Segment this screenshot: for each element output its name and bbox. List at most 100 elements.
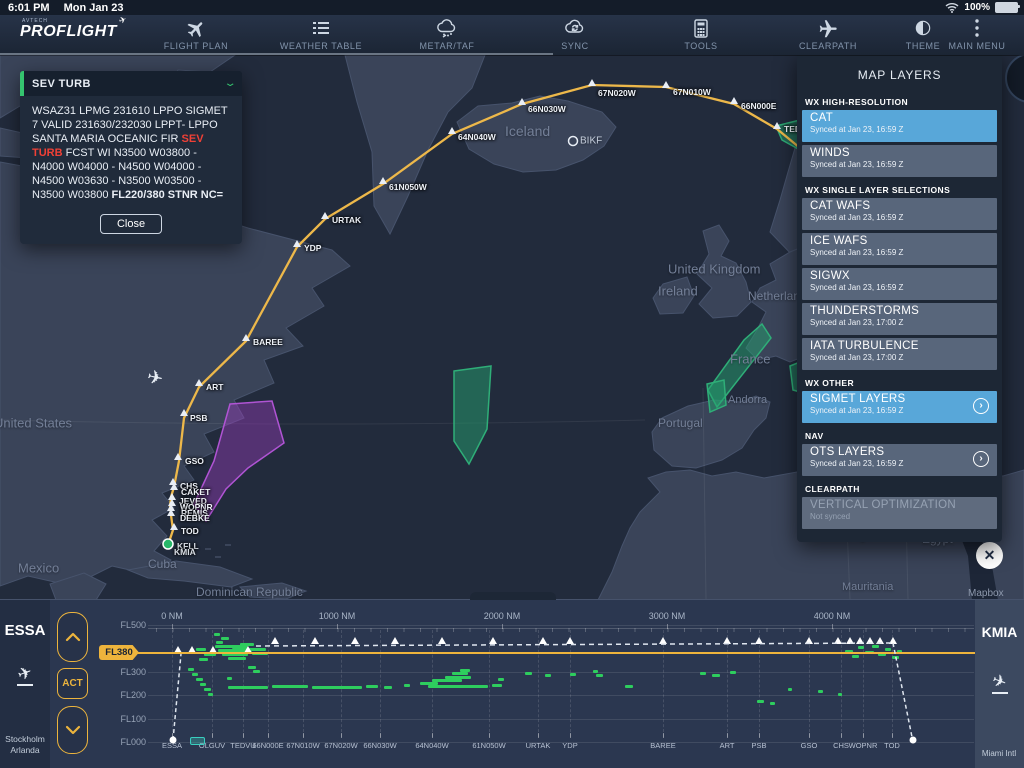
layer-item-label: CAT WAFS bbox=[810, 200, 989, 212]
layer-item-ice-wafs[interactable]: ICE WAFSSynced at Jan 23, 16:59 Z bbox=[802, 233, 997, 265]
layer-item-winds[interactable]: WINDSSynced at Jan 23, 16:59 Z bbox=[802, 145, 997, 177]
map-label-france: France bbox=[730, 352, 770, 367]
sigmet-type-dropdown[interactable]: SEV TURB ⌄ bbox=[20, 71, 242, 96]
nav-flight-plan[interactable]: FLIGHT PLAN bbox=[141, 18, 251, 51]
layer-item-label: SIGWX bbox=[810, 270, 989, 282]
profile-up-button[interactable] bbox=[57, 612, 88, 662]
app-logo[interactable]: AVTECH PROFLIGHT ✈ bbox=[20, 19, 117, 40]
sigmet-text: WSAZ31 LPMG 231610 LPPO SIGMET 7 VALID 2… bbox=[20, 96, 242, 206]
nav-clearpath[interactable]: CLEARPATH bbox=[773, 18, 883, 51]
sigmet-type-label: SEV TURB bbox=[32, 78, 226, 90]
layer-item-sigmet-layers[interactable]: SIGMET LAYERSSynced at Jan 23, 16:59 Z› bbox=[802, 391, 997, 423]
layer-item-ots-layers[interactable]: OTS LAYERSSynced at Jan 23, 16:59 Z› bbox=[802, 444, 997, 476]
nav-metar-taf[interactable]: METAR/TAF bbox=[392, 18, 502, 51]
map-label-iceland: Iceland bbox=[505, 123, 550, 139]
layer-item-label: OTS LAYERS bbox=[810, 446, 989, 458]
waypoint-marker-ydp bbox=[293, 240, 301, 247]
nav-weather-table[interactable]: WEATHER TABLE bbox=[266, 18, 376, 51]
active-fl-line[interactable] bbox=[137, 652, 975, 654]
panel-section-header: NAV bbox=[797, 426, 1002, 444]
sigmet-polygon-green-atlantic bbox=[454, 366, 491, 464]
waypoint-label-tod: TOD bbox=[181, 526, 199, 536]
airport-label-bikf: BIKF bbox=[580, 136, 602, 147]
sigmet-popup: SEV TURB ⌄ WSAZ31 LPMG 231610 LPPO SIGME… bbox=[20, 71, 242, 244]
waypoint-label-66n000e: 66N000E bbox=[741, 101, 776, 111]
origin-code: ESSA bbox=[0, 622, 50, 639]
profile-down-button[interactable] bbox=[57, 706, 88, 754]
app-screen: 6:01 PM Mon Jan 23 100% AVTECH PROFLIGHT… bbox=[0, 0, 1024, 768]
layer-item-sync-status: Synced at Jan 23, 16:59 Z bbox=[810, 125, 989, 134]
flight-plan-icon bbox=[141, 18, 251, 40]
origin-sigmet-marker bbox=[190, 737, 205, 745]
wifi-icon bbox=[945, 2, 959, 13]
chevron-right-icon[interactable]: › bbox=[973, 398, 989, 414]
layer-item-sigwx[interactable]: SIGWXSynced at Jan 23, 16:59 Z bbox=[802, 268, 997, 300]
panel-title: MAP LAYERS bbox=[797, 55, 1002, 92]
arrival-icon: ✈ bbox=[975, 672, 1024, 694]
layer-item-label: ICE WAFS bbox=[810, 235, 989, 247]
nav-sync[interactable]: SYNC bbox=[520, 18, 630, 51]
map-label-ireland: Ireland bbox=[658, 284, 698, 299]
profile-act-button[interactable]: ACT bbox=[57, 668, 88, 699]
active-fl-badge[interactable]: FL380 bbox=[99, 645, 139, 660]
layer-item-thunderstorms[interactable]: THUNDERSTORMSSynced at Jan 23, 17:00 Z bbox=[802, 303, 997, 335]
layer-item-label: VERTICAL OPTIMIZATION bbox=[810, 499, 989, 511]
map-label-united-kingdom: United Kingdom bbox=[668, 262, 761, 277]
sigmet-text-bold: FL220/380 STNR NC= bbox=[112, 189, 224, 201]
distance-ruler-ticks bbox=[156, 628, 974, 632]
waypoint-marker-67n010w bbox=[662, 81, 670, 88]
panel-section-header: WX OTHER bbox=[797, 373, 1002, 391]
nav-main-menu[interactable]: MAIN MENU bbox=[937, 18, 1017, 51]
departure-icon: ✈ bbox=[0, 664, 50, 686]
waypoint-marker-tedvu bbox=[773, 122, 781, 129]
layer-item-sync-status: Synced at Jan 23, 16:59 Z bbox=[810, 213, 989, 222]
map-label-dominican-republic: Dominican Republic bbox=[196, 585, 303, 599]
layer-item-iata-turbulence[interactable]: IATA TURBULENCESynced at Jan 23, 17:00 Z bbox=[802, 338, 997, 370]
nav-tools[interactable]: TOOLS bbox=[646, 18, 756, 51]
panel-section-header: WX HIGH-RESOLUTION bbox=[797, 92, 1002, 110]
layer-item-sync-status: Synced at Jan 23, 17:00 Z bbox=[810, 353, 989, 362]
vertical-profile-panel: ESSA ✈ StockholmArlanda ACT KMIA ✈ Miami… bbox=[0, 600, 1024, 768]
destination-name: Miami Intl bbox=[970, 749, 1024, 758]
layer-item-cat[interactable]: CATSynced at Jan 23, 16:59 Z bbox=[802, 110, 997, 142]
layer-item-label: IATA TURBULENCE bbox=[810, 340, 989, 352]
map-label-united-states: United States bbox=[0, 416, 72, 431]
map-label-mexico: Mexico bbox=[18, 561, 59, 576]
panel-section-header: WX SINGLE LAYER SELECTIONS bbox=[797, 180, 1002, 198]
waypoint-label-art: ART bbox=[206, 382, 223, 392]
layer-item-label: THUNDERSTORMS bbox=[810, 305, 989, 317]
metar-taf-icon bbox=[392, 18, 502, 40]
sigmet-close-button[interactable]: Close bbox=[100, 214, 162, 234]
layer-item-vertical-optimization: VERTICAL OPTIMIZATIONNot synced bbox=[802, 497, 997, 529]
map-close-button[interactable]: ✕ bbox=[976, 542, 1003, 569]
waypoint-marker-caket bbox=[170, 483, 178, 490]
map-label-mauritania: Mauritania bbox=[842, 581, 893, 593]
profile-drag-handle[interactable] bbox=[470, 592, 556, 600]
main-menu-icon bbox=[937, 18, 1017, 40]
chevron-right-icon[interactable]: › bbox=[973, 451, 989, 467]
layer-item-cat-wafs[interactable]: CAT WAFSSynced at Jan 23, 16:59 Z bbox=[802, 198, 997, 230]
sync-progress-bar bbox=[0, 53, 553, 55]
weather-table-icon bbox=[266, 18, 376, 40]
layer-item-sync-status: Synced at Jan 23, 16:59 Z bbox=[810, 459, 989, 468]
layer-item-sync-status: Synced at Jan 23, 17:00 Z bbox=[810, 318, 989, 327]
clearpath-icon bbox=[773, 18, 883, 40]
destination-code: KMIA bbox=[975, 624, 1024, 640]
waypoint-marker-66n000e bbox=[730, 97, 738, 104]
map-label-cuba: Cuba bbox=[148, 557, 177, 571]
layer-item-label: CAT bbox=[810, 112, 989, 124]
brand-main: PROFLIGHT bbox=[20, 23, 117, 40]
destination-label-kmia: KMIA bbox=[174, 547, 196, 557]
layer-item-label: SIGMET LAYERS bbox=[810, 393, 989, 405]
layer-item-label: WINDS bbox=[810, 147, 989, 159]
layer-item-sync-status: Not synced bbox=[810, 512, 989, 521]
waypoint-label-psb: PSB bbox=[190, 413, 207, 423]
waypoint-marker-64n040w bbox=[448, 127, 456, 134]
map-layers-panel: MAP LAYERS WX HIGH-RESOLUTIONCATSynced a… bbox=[797, 55, 1002, 542]
panel-section-header: CLEARPATH bbox=[797, 479, 1002, 497]
origin-name: StockholmArlanda bbox=[0, 734, 50, 756]
layer-item-sync-status: Synced at Jan 23, 16:59 Z bbox=[810, 406, 989, 415]
waypoint-marker-gso bbox=[174, 453, 182, 460]
waypoint-label-64n040w: 64N040W bbox=[458, 132, 496, 142]
waypoint-marker-art bbox=[195, 379, 203, 386]
